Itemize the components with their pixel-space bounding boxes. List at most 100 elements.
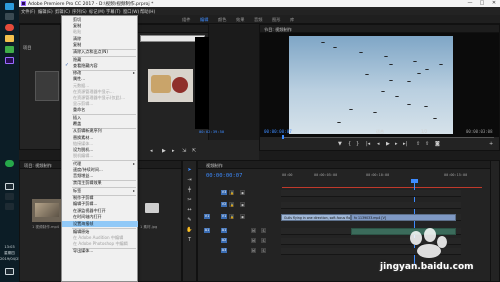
workspace-tab-editing[interactable]: 编辑 <box>200 17 208 23</box>
source-patch-a1[interactable]: A1 <box>204 228 210 233</box>
workspace-tab-assembly[interactable]: 组件 <box>182 17 190 23</box>
workspace-tab-audio[interactable]: 音频 <box>254 17 262 23</box>
chrome-icon[interactable] <box>5 24 14 31</box>
program-fit-dropdown[interactable]: 适合 <box>376 129 384 135</box>
track-lock-v2[interactable]: 🔒 <box>229 202 234 207</box>
hand-tool-icon[interactable]: ✋ <box>186 227 193 234</box>
workspace-tab-color[interactable]: 颜色 <box>218 17 226 23</box>
source-patch-v1[interactable]: V1 <box>204 214 210 219</box>
pen-tool-icon[interactable]: ✎ <box>186 217 193 224</box>
context-menu-item[interactable]: 查看隐藏内容 ✓ <box>62 63 138 69</box>
app-icon[interactable] <box>5 46 14 53</box>
program-goto-out-button[interactable]: ▸| <box>403 141 407 147</box>
program-marker-button[interactable]: ▼ <box>338 141 342 147</box>
program-monitor-tab[interactable]: 节目: 视频制作 <box>264 27 292 33</box>
maximize-button[interactable]: □ <box>476 0 488 7</box>
source-step-forward-button[interactable]: ▸ <box>172 148 175 154</box>
context-menu-item[interactable]: 覆盖 <box>62 121 138 127</box>
context-menu-item-label: 在资源管理器中显示(仅此)... <box>73 95 126 100</box>
folder-icon[interactable] <box>5 35 14 42</box>
timeline-tab[interactable]: 视频制作 <box>206 163 223 169</box>
notification-icon[interactable] <box>5 268 14 275</box>
workspace-tab-libraries[interactable]: 库 <box>290 17 294 23</box>
program-step-back-button[interactable]: ◂ <box>377 141 380 147</box>
program-scrubber[interactable] <box>282 137 494 138</box>
track-solo-a2[interactable]: S <box>261 238 266 243</box>
workspace-tab-graphics[interactable]: 图形 <box>272 17 280 23</box>
program-export-frame-button[interactable]: ◙ <box>435 141 440 147</box>
program-play-button[interactable]: ▶ <box>386 141 390 147</box>
track-eye-v1[interactable]: ◉ <box>240 214 245 219</box>
track-label-v1[interactable]: V1 <box>221 214 227 219</box>
track-mute-a1[interactable]: M <box>251 228 256 233</box>
track-solo-a1[interactable]: S <box>261 228 266 233</box>
razor-tool-icon[interactable]: ✂ <box>186 197 193 204</box>
media-thumbnail-1[interactable] <box>148 69 193 102</box>
track-lock-v3[interactable]: 🔒 <box>229 190 234 195</box>
context-menu-item[interactable]: 设置海报帧 <box>62 221 138 228</box>
timeline-work-area-bar[interactable] <box>282 187 482 188</box>
context-menu-item[interactable]: 禁用主剪辑效果 <box>62 180 138 186</box>
clip-v1-second[interactable]: fx 1139033.mp4 [V] <box>351 214 456 221</box>
program-in-button[interactable]: { <box>348 141 351 147</box>
close-button[interactable]: ✕ <box>488 0 500 7</box>
track-solo-a3[interactable]: S <box>261 248 266 253</box>
program-extract-button[interactable]: ⇪ <box>425 141 429 147</box>
premiere-icon[interactable] <box>5 57 14 64</box>
program-goto-in-button[interactable]: |◂ <box>366 141 370 147</box>
minimize-button[interactable]: — <box>464 0 476 7</box>
track-label-v2[interactable]: V2 <box>221 202 227 207</box>
timeline-playhead-head[interactable] <box>411 179 418 183</box>
program-scale-dropdown[interactable]: 1/2 <box>421 129 427 134</box>
context-menu-item[interactable]: 在时间轴内打开 <box>62 214 138 220</box>
workspace-tab-effects[interactable]: 效果 <box>236 17 244 23</box>
context-menu-item[interactable]: 音频增益... <box>62 173 138 179</box>
context-menu-item-label: 禁用主剪辑效果 <box>73 180 102 186</box>
context-menu-item[interactable]: 清除入点和出点(N) <box>62 49 138 55</box>
source-play-button[interactable]: ▶ <box>162 148 166 154</box>
track-row-v2[interactable] <box>281 202 461 209</box>
clip-v1-main[interactable]: Gulls flying in one direction, soft-focu… <box>281 214 351 221</box>
track-mute-a2[interactable]: M <box>251 238 256 243</box>
source-step-back-button[interactable]: ◂ <box>150 148 153 154</box>
program-out-button[interactable]: } <box>356 141 359 147</box>
context-menu-item[interactable]: 复制 <box>62 42 138 48</box>
slip-tool-icon[interactable]: ↔ <box>186 207 193 214</box>
ripple-tool-icon[interactable]: ╪ <box>186 187 193 194</box>
project-item-folder[interactable] <box>145 203 159 213</box>
track-label-v3[interactable]: V3 <box>221 190 227 195</box>
track-label-a3[interactable]: A3 <box>221 248 227 253</box>
source-timecode[interactable]: 00:02:39:50 <box>199 129 224 134</box>
program-lift-button[interactable]: ⇧ <box>416 141 420 147</box>
selection-tool-icon[interactable]: ➤ <box>186 167 193 174</box>
track-eye-v2[interactable]: ◉ <box>240 202 245 207</box>
type-tool-icon[interactable]: T <box>186 237 193 244</box>
bird-2 <box>333 47 337 49</box>
timeline-timecode[interactable]: 00:00:00:07 <box>206 173 242 179</box>
source-overwrite-button[interactable]: ⇱ <box>192 148 196 154</box>
program-frame-birds <box>289 36 453 134</box>
context-menu-item[interactable]: 标签 ▸ <box>62 188 138 194</box>
context-menu-item-label: 粘贴 <box>73 29 82 35</box>
program-add-button[interactable]: + <box>489 141 493 147</box>
track-row-v1[interactable]: Gulls flying in one direction, soft-focu… <box>281 214 461 221</box>
track-label-a1[interactable]: A1 <box>221 228 227 233</box>
program-step-forward-button[interactable]: ▸ <box>395 141 398 147</box>
context-menu-item[interactable]: 导出媒体... <box>62 248 138 254</box>
start-icon[interactable] <box>5 3 14 10</box>
program-playhead-marker[interactable] <box>282 135 284 139</box>
track-eye-v3[interactable]: ◉ <box>240 190 245 195</box>
project-thumb-bird[interactable] <box>35 71 59 101</box>
track-row-v3[interactable] <box>281 190 461 197</box>
source-insert-button[interactable]: ⇲ <box>182 148 186 154</box>
search-icon[interactable] <box>5 13 14 20</box>
track-mute-a3[interactable]: M <box>251 248 256 253</box>
wechat-icon[interactable] <box>5 160 14 167</box>
project-panel-tab[interactable]: 项目: 视频制作 <box>24 163 52 169</box>
track-lock-v1[interactable]: 🔒 <box>229 214 234 219</box>
program-timecode[interactable]: 00:00:00:07 <box>264 129 292 134</box>
context-menu-item[interactable]: 重命名 <box>62 107 138 113</box>
network-icon <box>5 193 14 200</box>
track-select-tool-icon[interactable]: ⇥ <box>186 177 193 184</box>
track-label-a2[interactable]: A2 <box>221 238 227 243</box>
